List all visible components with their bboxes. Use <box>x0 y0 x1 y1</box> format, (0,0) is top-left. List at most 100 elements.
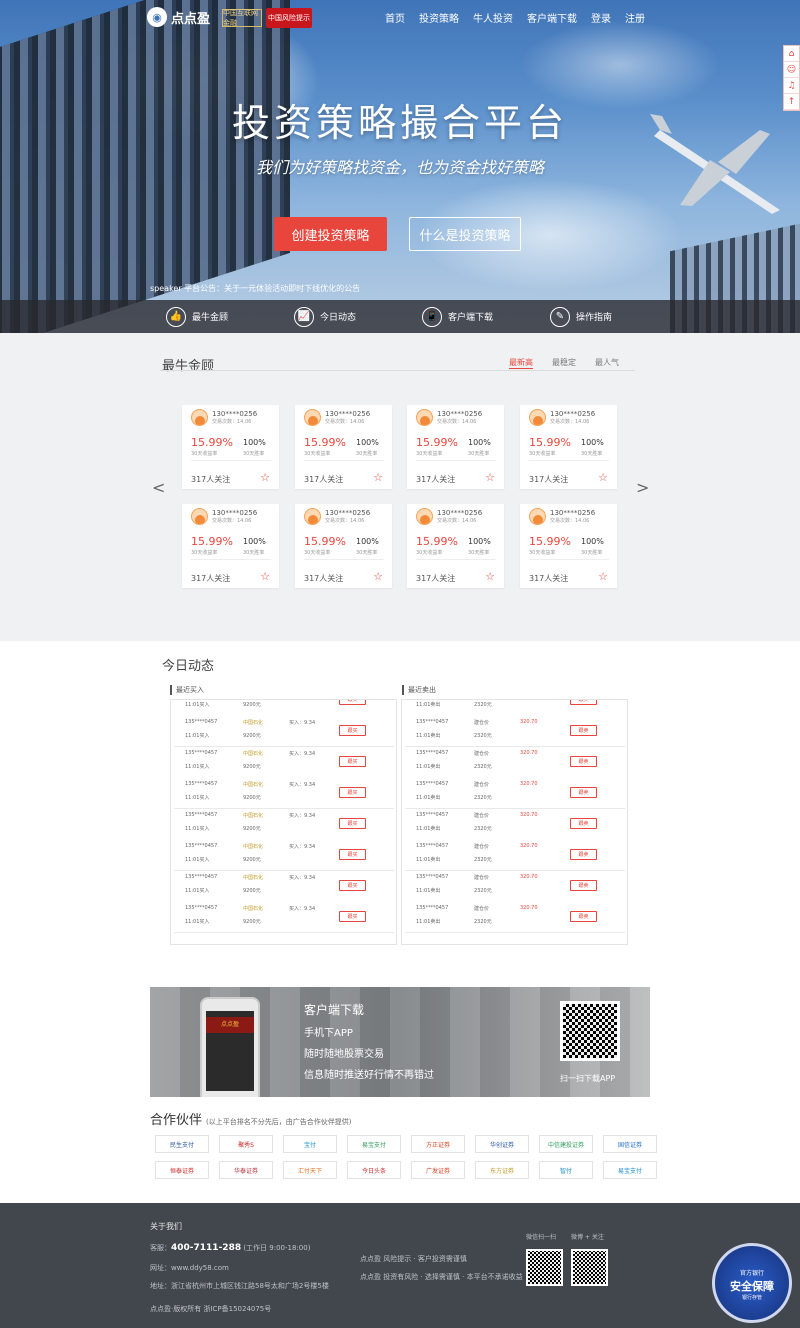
star-icon[interactable]: ☆ <box>373 471 383 484</box>
follow-trade-button[interactable]: 跟买 <box>339 756 366 767</box>
home-icon[interactable]: ⌂ <box>784 46 799 62</box>
partner-logo[interactable]: 广发证券 <box>411 1161 465 1179</box>
follow-trade-button[interactable]: 跟卖 <box>570 849 597 860</box>
nav-experts[interactable]: 牛人投资 <box>473 10 513 25</box>
platform-notice[interactable]: speaker 平台公告：关于一元体验活动即时下线优化的公告 <box>150 283 360 294</box>
tab-popular[interactable]: 最人气 <box>595 357 619 369</box>
shield-text: 银行存管 <box>741 1295 762 1301</box>
create-strategy-button[interactable]: 创建投资策略 <box>274 217 387 251</box>
star-icon[interactable]: ☆ <box>485 570 495 583</box>
next-arrow-icon[interactable]: > <box>636 478 649 497</box>
trade-price: 买入：9.34 <box>289 720 316 726</box>
partner-logo[interactable]: 东方证券 <box>475 1161 529 1179</box>
partner-logo[interactable]: 易宝支付 <box>347 1135 401 1153</box>
app-line: 随时随地股票交易 <box>304 1049 384 1060</box>
risk-badge: 中国风险提示 <box>266 8 312 28</box>
weibo-qr-code <box>571 1249 608 1286</box>
follow-trade-button[interactable]: 跟卖 <box>570 787 597 798</box>
follow-trade-button[interactable]: 跟买 <box>339 787 366 798</box>
follow-trade-button[interactable]: 跟买 <box>339 818 366 829</box>
trade-amount: 9200元 <box>243 702 261 708</box>
advisor-card[interactable]: 130****0256 交易次数：14.06 15.99% 30天收益率 100% 30天… <box>407 405 504 489</box>
divider <box>529 559 609 560</box>
star-icon[interactable]: ☆ <box>485 471 495 484</box>
partner-logo[interactable]: 华创证券 <box>475 1135 529 1153</box>
trade-row: 135****045711:01卖出建仓价2320元320.70跟卖 <box>402 700 627 714</box>
advisor-card[interactable]: 130****0256 交易次数：14.06 15.99% 30天收益率 100% 30天… <box>520 405 617 489</box>
follow-trade-button[interactable]: 跟买 <box>339 849 366 860</box>
what-is-strategy-button[interactable]: 什么是投资策略 <box>409 217 521 251</box>
advisor-card[interactable]: 130****0256 交易次数：14.06 15.99% 30天收益率 100% 30天… <box>520 504 617 588</box>
follow-trade-button[interactable]: 跟买 <box>339 700 366 705</box>
trade-row: 135****0457 11:01买入 中国石化 9200元 买入：9.34 跟买 <box>171 775 396 807</box>
trade-stock: 中国石化 <box>243 720 264 726</box>
advisor-card[interactable]: 130****0256 交易次数：14.06 15.99% 30天收益率 100% 30天… <box>407 504 504 588</box>
security-shield-badge[interactable]: 官方银行 安全保障 银行存管 <box>712 1243 792 1323</box>
tab-newest[interactable]: 最新高 <box>509 357 533 369</box>
partner-logo[interactable]: 聚秀S <box>219 1135 273 1153</box>
trade-time: 11:01买入 <box>185 919 210 925</box>
service-icon[interactable]: ☺ <box>784 62 799 78</box>
trade-amount: 2320元 <box>474 764 492 770</box>
trade-price: 320.70 <box>520 843 538 849</box>
follow-trade-button[interactable]: 跟买 <box>339 725 366 736</box>
sound-icon[interactable]: ♫ <box>784 78 799 94</box>
partner-logo[interactable]: 宝付 <box>283 1135 337 1153</box>
star-icon[interactable]: ☆ <box>598 471 608 484</box>
follow-trade-button[interactable]: 跟卖 <box>570 911 597 922</box>
partner-logo[interactable]: 民生支付 <box>155 1135 209 1153</box>
partner-logo[interactable]: 今日头条 <box>347 1161 401 1179</box>
advisor-card[interactable]: 130****0256 交易次数：14.06 15.99% 30天收益率 100% 30天… <box>295 504 392 588</box>
trade-time: 11:01卖出 <box>416 764 441 770</box>
quick-link-advisors[interactable]: 👍 最牛金顾 <box>166 306 250 327</box>
star-icon[interactable]: ☆ <box>598 570 608 583</box>
edit-icon: ✎ <box>550 306 570 327</box>
star-icon[interactable]: ☆ <box>260 570 270 583</box>
follow-trade-button[interactable]: 跟买 <box>339 911 366 922</box>
nav-home[interactable]: 首页 <box>385 10 405 25</box>
quick-link-guide[interactable]: ✎ 操作指南 <box>550 306 634 327</box>
star-icon[interactable]: ☆ <box>373 570 383 583</box>
follow-trade-button[interactable]: 跟卖 <box>570 756 597 767</box>
nav-download[interactable]: 客户端下载 <box>527 10 577 25</box>
trade-price: 320.70 <box>520 812 538 818</box>
partner-logo[interactable]: 中信建投证券 <box>539 1135 593 1153</box>
advisor-header: 130****0256 交易次数：14.06 <box>416 409 482 426</box>
nav-login[interactable]: 登录 <box>591 10 611 25</box>
advisor-card[interactable]: 130****0256 交易次数：14.06 15.99% 30天收益率 100% 30天… <box>182 405 279 489</box>
trade-user: 135****0457 <box>185 874 218 880</box>
site-logo[interactable]: ◉ 点点盈 <box>147 7 210 27</box>
partner-logo[interactable]: 方正证券 <box>411 1135 465 1153</box>
follow-trade-button[interactable]: 跟买 <box>339 880 366 891</box>
follow-trade-button[interactable]: 跟卖 <box>570 880 597 891</box>
nav-register[interactable]: 注册 <box>625 10 645 25</box>
about-us-link[interactable]: 关于我们 <box>150 1221 182 1232</box>
avatar <box>529 508 546 525</box>
advisor-name: 130****0256 交易次数：14.06 <box>437 508 483 524</box>
back-to-top-icon[interactable]: ↑ <box>784 94 799 110</box>
advisor-card[interactable]: 130****0256 交易次数：14.06 15.99% 30天收益率 100% 30天… <box>182 504 279 588</box>
partner-logo[interactable]: 智付 <box>539 1161 593 1179</box>
partner-logo[interactable]: 国信证券 <box>603 1135 657 1153</box>
trade-amount: 2320元 <box>474 795 492 801</box>
tab-stable[interactable]: 最稳定 <box>552 357 576 369</box>
follow-trade-button[interactable]: 跟卖 <box>570 818 597 829</box>
footer-site[interactable]: 网址：www.ddy58.com <box>150 1263 229 1273</box>
prev-arrow-icon[interactable]: < <box>152 478 165 497</box>
partner-logo[interactable]: 汇付天下 <box>283 1161 337 1179</box>
quick-link-download[interactable]: 📱 客户端下载 <box>422 306 506 327</box>
trade-user: 135****0457 <box>416 843 449 849</box>
nav-strategy[interactable]: 投资策略 <box>419 10 459 25</box>
follow-trade-button[interactable]: 跟卖 <box>570 725 597 736</box>
divider <box>416 460 496 461</box>
partner-logo[interactable]: 恒泰证券 <box>155 1161 209 1179</box>
partner-logo[interactable]: 华泰证券 <box>219 1161 273 1179</box>
follow-trade-button[interactable]: 跟卖 <box>570 700 597 705</box>
trade-row: 135****0457 11:01买入 中国石化 9200元 买入：9.34 跟买 <box>171 899 396 931</box>
trade-user: 135****0457 <box>185 719 218 725</box>
advisor-card[interactable]: 130****0256 交易次数：14.06 15.99% 30天收益率 100% 30天… <box>295 405 392 489</box>
star-icon[interactable]: ☆ <box>260 471 270 484</box>
partner-logo[interactable]: 易宝支付 <box>603 1161 657 1179</box>
quick-link-dynamics[interactable]: 📈 今日动态 <box>294 306 378 327</box>
trade-user: 135****0457 <box>416 874 449 880</box>
